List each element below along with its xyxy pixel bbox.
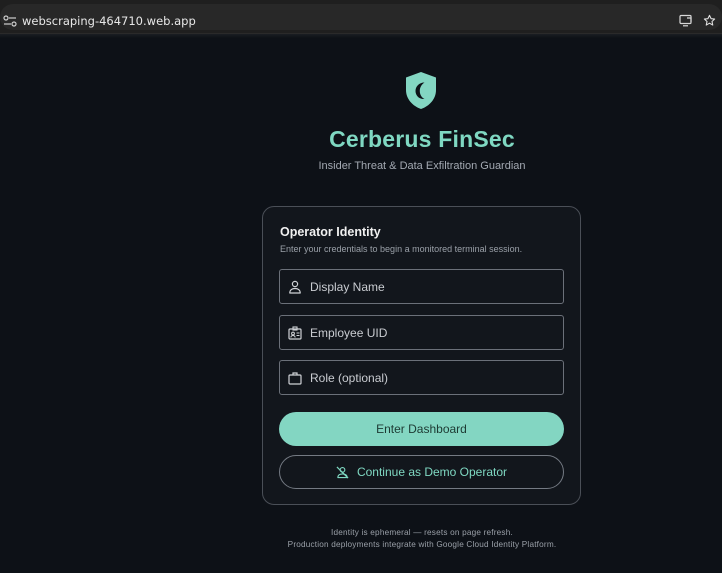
badge-icon [288, 326, 302, 340]
employee-uid-input[interactable] [310, 316, 560, 349]
person-off-icon [336, 466, 349, 478]
install-app-icon[interactable] [679, 14, 693, 27]
demo-operator-label: Continue as Demo Operator [356, 465, 508, 479]
display-name-field[interactable] [279, 269, 564, 304]
app-subtitle: Insider Threat & Data Exfiltration Guard… [318, 160, 526, 172]
url-text[interactable]: webscraping-464710.web.app [22, 14, 196, 28]
footer-note-ephemeral: Identity is ephemeral — resets on page r… [331, 528, 513, 537]
site-settings-icon[interactable] [3, 15, 17, 27]
app-title: Cerberus FinSec [329, 126, 515, 152]
role-input[interactable] [310, 361, 560, 394]
browser-address-bar: webscraping-464710.web.app [0, 0, 722, 34]
url-pill[interactable]: webscraping-464710.web.app [0, 4, 722, 30]
chrome-shadow [0, 34, 722, 38]
shield-moon-icon [406, 72, 436, 109]
operator-identity-card: Operator Identity Enter your credentials… [262, 206, 581, 505]
role-field[interactable] [279, 360, 564, 395]
briefcase-icon [288, 372, 302, 385]
person-icon [289, 280, 301, 294]
card-description: Enter your credentials to begin a monito… [280, 244, 523, 254]
card-title: Operator Identity [280, 225, 381, 239]
display-name-input[interactable] [310, 270, 560, 303]
enter-dashboard-button[interactable]: Enter Dashboard [279, 412, 564, 446]
bookmark-star-icon[interactable] [703, 14, 716, 27]
footer-note-production: Production deployments integrate with Go… [287, 540, 557, 549]
demo-operator-button[interactable]: Continue as Demo Operator [279, 455, 564, 489]
employee-uid-field[interactable] [279, 315, 564, 350]
enter-dashboard-label: Enter Dashboard [376, 422, 467, 436]
